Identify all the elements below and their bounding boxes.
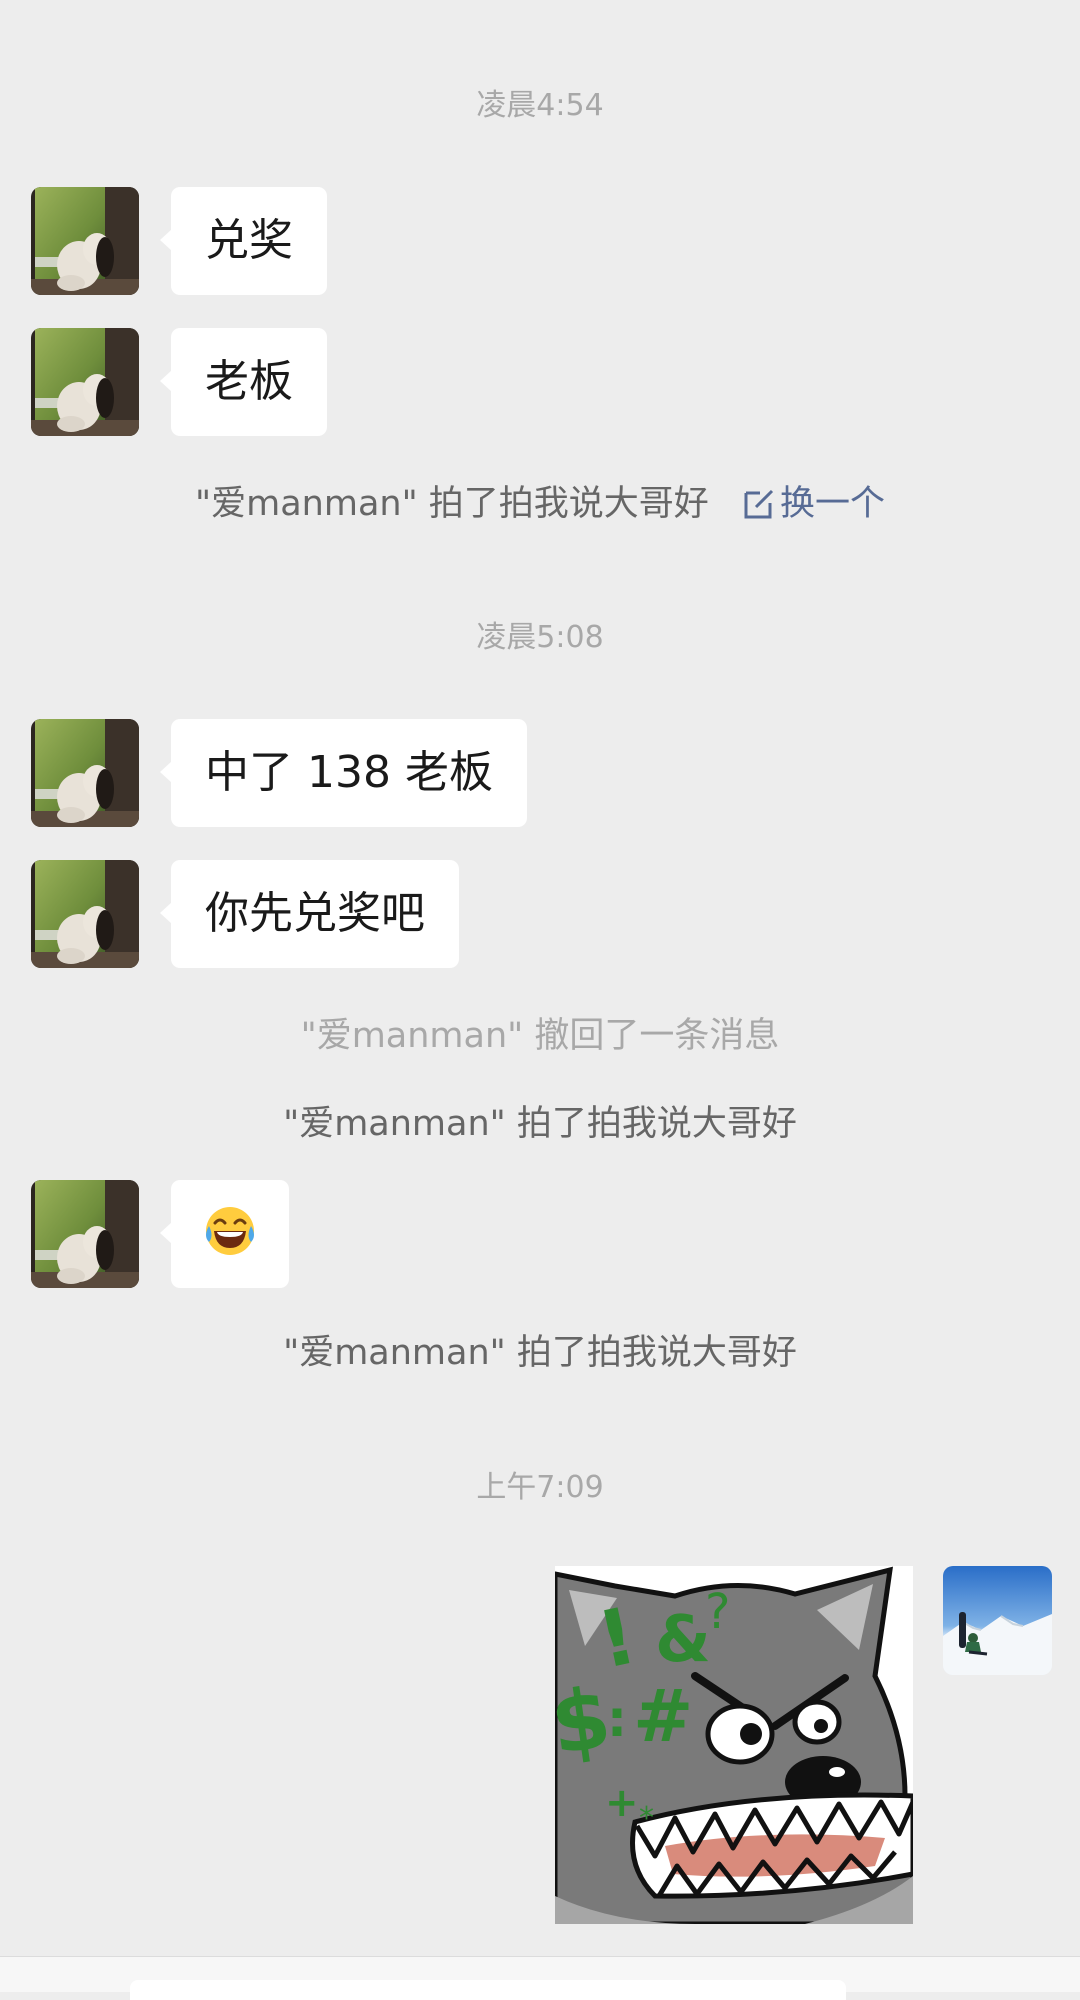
- message-bubble[interactable]: [160, 1180, 289, 1288]
- avatar[interactable]: [31, 328, 139, 436]
- svg-text:&: &: [655, 1603, 711, 1677]
- svg-text:#: #: [633, 1674, 693, 1758]
- pat-notice-text: "爱manman" 拍了拍我说大哥好: [195, 484, 709, 524]
- message-input[interactable]: [130, 1980, 846, 2000]
- svg-text:*: *: [639, 1801, 654, 1836]
- input-bar: [0, 1956, 1080, 2000]
- avatar-snow-mountain-image: [943, 1566, 1052, 1675]
- sticker-message[interactable]: ! & ? $ : # + *: [545, 1566, 916, 1927]
- timestamp: 上午7:09: [476, 1470, 604, 1505]
- message-bubble[interactable]: 兑奖: [160, 187, 327, 295]
- pat-notice: "爱manman" 拍了拍我说大哥好: [283, 1104, 797, 1144]
- avatar[interactable]: [31, 1180, 139, 1288]
- svg-text:+: +: [605, 1780, 639, 1826]
- timestamp: 凌晨4:54: [476, 88, 604, 123]
- avatar[interactable]: [31, 187, 139, 295]
- message-bubble[interactable]: 中了 138 老板: [160, 719, 527, 827]
- recall-notice: "爱manman" 撤回了一条消息: [300, 1016, 780, 1056]
- avatar[interactable]: [31, 719, 139, 827]
- my-avatar[interactable]: [943, 1566, 1052, 1675]
- avatar[interactable]: [31, 860, 139, 968]
- pat-notice: "爱manman" 拍了拍我说大哥好: [283, 1333, 797, 1373]
- message-bubble[interactable]: 老板: [160, 328, 327, 436]
- svg-text::: :: [607, 1690, 627, 1748]
- swap-pat-label: 换一个: [779, 484, 885, 524]
- pat-notice: "爱manman" 拍了拍我说大哥好 换一个: [0, 475, 1080, 526]
- edit-icon: [744, 489, 774, 519]
- message-bubble[interactable]: 你先兑奖吧: [160, 860, 459, 968]
- timestamp: 凌晨5:08: [476, 620, 604, 655]
- angry-wolf-sticker-icon: ! & ? $ : # + *: [545, 1566, 916, 1927]
- svg-text:?: ?: [705, 1584, 730, 1640]
- tears-of-joy-emoji-icon: [206, 1207, 254, 1255]
- swap-pat-link[interactable]: 换一个: [742, 484, 885, 524]
